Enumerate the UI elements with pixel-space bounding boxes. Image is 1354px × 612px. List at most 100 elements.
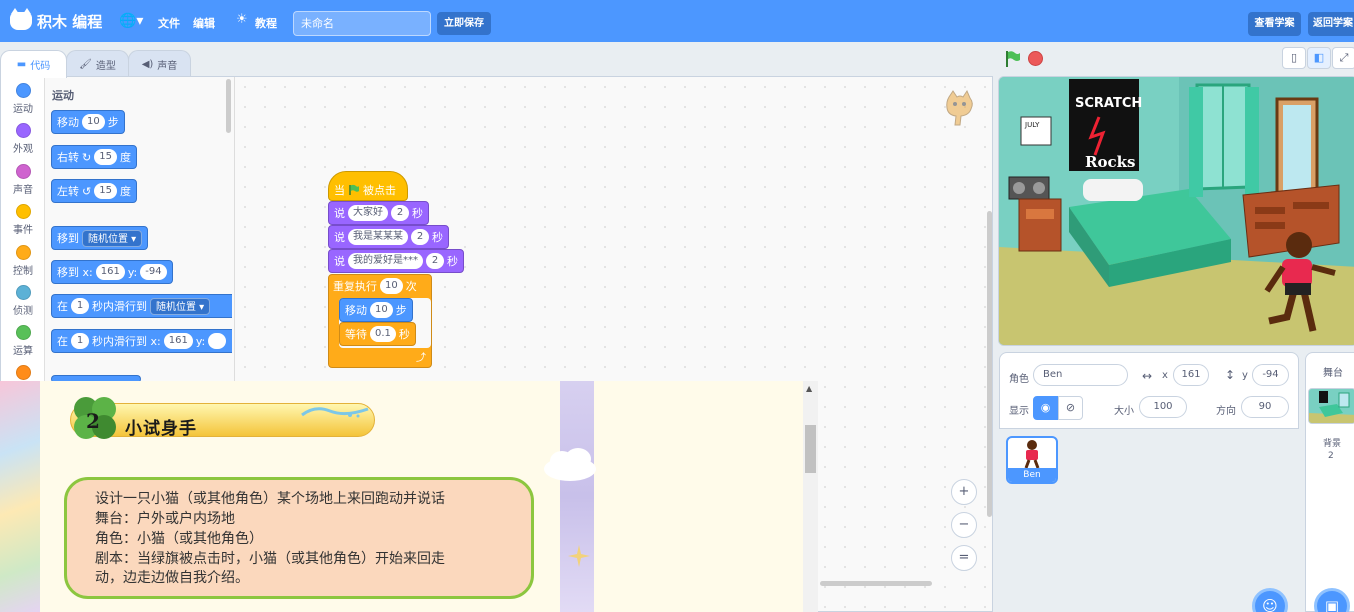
block-input[interactable]: 10 — [82, 114, 105, 130]
block-input[interactable]: 15 — [94, 149, 117, 165]
brand-logo[interactable]: 积木 编程 — [10, 8, 102, 32]
project-title-input[interactable]: 未命名 — [293, 11, 431, 36]
normal-stage-button[interactable]: ◧ — [1307, 47, 1331, 69]
block-input[interactable]: 1 — [71, 333, 89, 349]
save-now-button[interactable]: 立即保存 — [437, 12, 491, 35]
palette-goto-block[interactable]: 移到 随机位置 ▾ — [51, 226, 149, 250]
brush-icon: 🖌 — [79, 59, 92, 70]
category-motion[interactable]: 运动 — [1, 83, 45, 115]
green-flag-icon[interactable] — [1004, 50, 1022, 68]
block-dropdown[interactable]: 随机位置 ▾ — [82, 229, 143, 247]
language-globe-icon[interactable]: 🌐▾ — [119, 13, 143, 29]
wait-block[interactable]: 等待 0.1 秒 — [339, 322, 416, 346]
stage[interactable]: SCRATCH Rocks JULY — [998, 76, 1354, 346]
say-block-3[interactable]: 说 我的爱好是*** 2 秒 — [328, 249, 464, 273]
block-input-secs[interactable]: 2 — [426, 253, 444, 269]
palette-glide-xy-block[interactable]: 在 1 秒内滑行到 x: 161 y: — [51, 329, 232, 353]
category-label: 运动 — [13, 104, 33, 115]
palette-goto-xy-block[interactable]: 移到 x: 161 y: -94 — [51, 260, 173, 284]
back-project-button[interactable]: 返回学案 — [1308, 12, 1354, 36]
task-line: 设计一只小猫（或其他角色）某个场地上来回跑动并说话 — [95, 491, 445, 507]
block-input-text[interactable]: 我的爱好是*** — [348, 253, 423, 269]
sprite-size-input[interactable]: 100 — [1139, 396, 1187, 418]
block-text: 移到 x: — [57, 266, 93, 279]
move-block[interactable]: 移动 10 步 — [339, 298, 413, 322]
block-text: 秒 — [398, 328, 410, 341]
block-input-y[interactable] — [208, 333, 227, 349]
scroll-up-arrow-icon[interactable]: ▲ — [806, 384, 812, 393]
ben-thumbnail-icon — [1024, 440, 1040, 469]
block-input-secs[interactable]: 2 — [391, 205, 409, 221]
block-input-text[interactable]: 大家好 — [348, 205, 388, 221]
sprite-name-input[interactable]: Ben — [1033, 364, 1128, 386]
category-operators[interactable]: 运算 — [1, 325, 45, 357]
category-looks[interactable]: 外观 — [1, 123, 45, 155]
hide-eye-icon[interactable]: ⊘ — [1058, 396, 1083, 420]
loop-arrow-icon: ⤴ — [416, 353, 426, 364]
sprite-x-input[interactable]: 161 — [1173, 364, 1209, 386]
menu-edit[interactable]: 编辑 — [193, 15, 215, 31]
category-sensing[interactable]: 侦测 — [1, 285, 45, 317]
workspace-horizontal-scrollbar[interactable] — [820, 581, 932, 586]
block-input-x[interactable]: 161 — [95, 264, 125, 280]
say-block-1[interactable]: 说 大家好 2 秒 — [328, 201, 429, 225]
category-variables-dot — [15, 365, 31, 380]
show-eye-icon[interactable]: ◉ — [1033, 396, 1058, 420]
backdrop-thumbnail[interactable] — [1308, 388, 1354, 424]
block-input[interactable]: 10 — [370, 302, 393, 318]
cat-logo-icon — [10, 8, 32, 30]
menu-tutorial[interactable]: 教程 — [255, 15, 277, 31]
tutorial-bulb-icon[interactable]: ☀ — [236, 12, 248, 27]
tab-sounds[interactable]: ◀) 声音 — [128, 50, 191, 78]
category-variables[interactable] — [1, 365, 45, 382]
bedroom-thumbnail-icon — [1309, 389, 1354, 423]
block-input-x[interactable]: 161 — [163, 333, 193, 349]
section-number: 2 — [86, 409, 100, 433]
sprite-y-input[interactable]: -94 — [1252, 364, 1289, 386]
palette-turn-left-block[interactable]: 左转 ↺ 15 度 — [51, 179, 137, 203]
block-input[interactable]: 0.1 — [370, 326, 396, 342]
block-input-text[interactable]: 我是某某某 — [348, 229, 408, 245]
sprite-tile-name: Ben — [1008, 468, 1056, 482]
zoom-in-button[interactable]: + — [951, 479, 977, 505]
green-flag-icon — [349, 184, 359, 195]
category-sound[interactable]: 声音 — [1, 164, 45, 196]
workspace-vertical-scrollbar[interactable] — [987, 211, 992, 517]
sprite-tile[interactable]: Ben — [1006, 436, 1058, 484]
when-flag-clicked-block[interactable]: 当 被点击 — [328, 171, 408, 201]
block-text: 被点击 — [363, 184, 396, 197]
see-project-button[interactable]: 查看学案 — [1248, 12, 1301, 36]
block-input-y[interactable]: -94 — [140, 264, 167, 280]
category-control[interactable]: 控制 — [1, 245, 45, 277]
palette-glide-block[interactable]: 在 1 秒内滑行到 随机位置 ▾ — [51, 294, 232, 318]
stop-sign-icon[interactable] — [1028, 51, 1043, 66]
zoom-reset-button[interactable]: = — [951, 545, 977, 571]
block-text: 步 — [395, 304, 407, 317]
small-stage-button[interactable]: ▯ — [1282, 47, 1306, 69]
decorative-strip — [560, 381, 594, 612]
backdrop-count: 2 — [1328, 451, 1334, 461]
category-label: 侦测 — [13, 306, 33, 317]
repeat-times-input[interactable]: 10 — [380, 278, 403, 294]
dropdown-value: 随机位置 — [156, 301, 196, 313]
tab-code[interactable]: ▬ 代码 — [0, 50, 67, 78]
zoom-out-button[interactable]: − — [951, 512, 977, 538]
category-events[interactable]: 事件 — [1, 204, 45, 236]
menu-file[interactable]: 文件 — [158, 15, 180, 31]
block-input-secs[interactable]: 2 — [411, 229, 429, 245]
sprite-direction-input[interactable]: 90 — [1241, 396, 1289, 418]
fullscreen-icon[interactable]: ⤢ — [1332, 47, 1354, 69]
block-input[interactable]: 1 — [71, 298, 89, 314]
tab-costumes[interactable]: 🖌 造型 — [66, 50, 129, 78]
palette-scrollbar[interactable] — [226, 79, 231, 133]
horizontal-arrows-icon: ↔ — [1142, 369, 1153, 383]
menu-bar: 积木 编程 🌐▾ 文件 编辑 ☀ 教程 未命名 立即保存 查看学案 返回学案 — [0, 0, 1354, 42]
block-input[interactable]: 15 — [94, 183, 117, 199]
say-block-2[interactable]: 说 我是某某某 2 秒 — [328, 225, 449, 249]
block-dropdown[interactable]: 随机位置 ▾ — [150, 297, 211, 315]
overlay-scroll-thumb[interactable] — [805, 425, 816, 473]
overlay-scrollbar[interactable] — [803, 381, 818, 612]
palette-move-block[interactable]: 移动 10 步 — [51, 110, 125, 134]
palette-turn-right-block[interactable]: 右转 ↻ 15 度 — [51, 145, 137, 169]
rainbow-decoration — [0, 381, 40, 612]
